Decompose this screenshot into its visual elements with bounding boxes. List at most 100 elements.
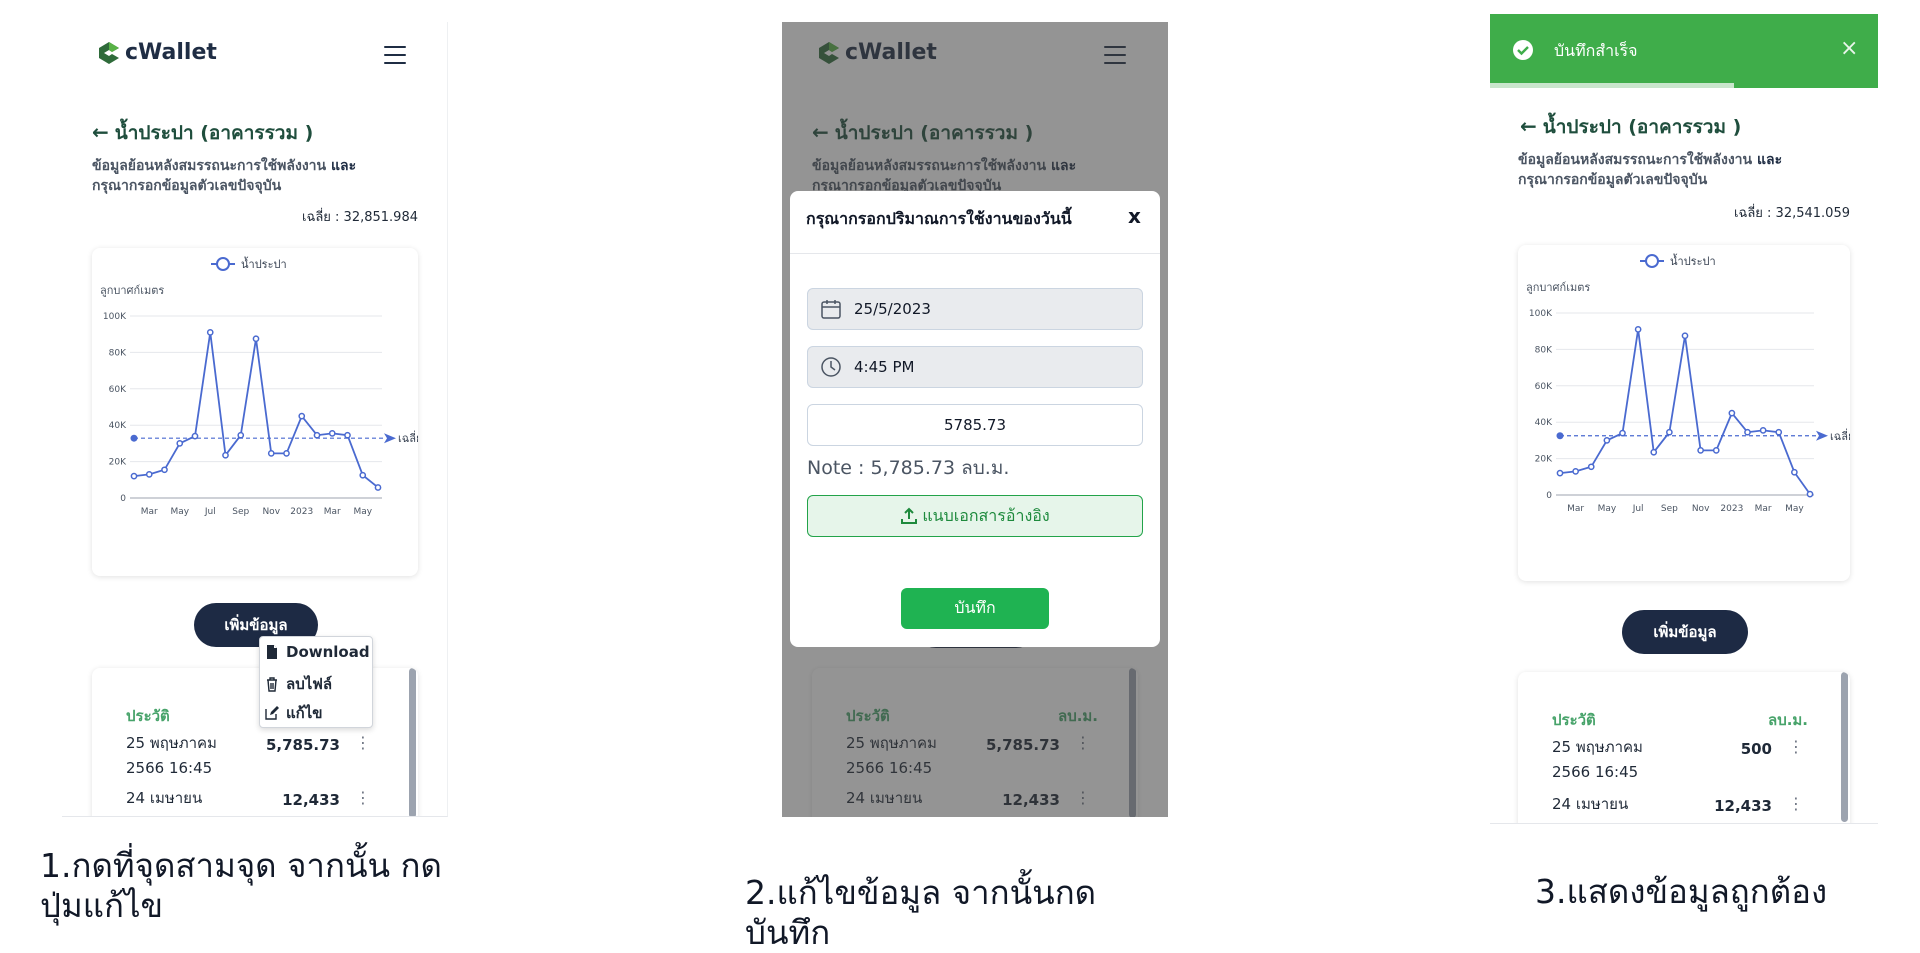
x-tick-label: Sep xyxy=(232,507,249,517)
history-row-date: 25 พฤษภาคม2566 16:45 xyxy=(1552,738,1643,781)
logo-icon xyxy=(99,41,119,64)
history-row-date: 24 เมษายน xyxy=(1552,795,1629,813)
chart-svg: น้ำประปาลูกบาศก์เมตร 0 20K 40K 60K 80K 100K Mar… xyxy=(100,256,418,517)
y-tick-label: 0 xyxy=(120,494,126,504)
step-3-caption: 3.แสดงข้อมูลถูกต้อง xyxy=(1535,872,1828,911)
data-point xyxy=(344,431,351,439)
y-tick-label: 100K xyxy=(1529,309,1553,319)
series-line xyxy=(133,332,379,489)
file-icon xyxy=(267,645,277,659)
y-tick-label: 60K xyxy=(109,385,127,395)
history-row-date: 25 พฤษภาคม2566 16:45 xyxy=(126,734,217,777)
data-point xyxy=(298,412,306,420)
edit-usage-modal: กรุณากรอกปริมาณการใช้งานของวันนี้ x 25/5… xyxy=(790,191,1160,647)
menu-item-edit[interactable]: แก้ไข xyxy=(264,701,323,725)
data-point xyxy=(222,451,229,459)
history-row-value: 500 xyxy=(1740,740,1772,758)
data-point xyxy=(1666,428,1673,436)
logo-text: cWallet xyxy=(125,40,217,65)
x-tick-label: Mar xyxy=(141,507,158,517)
usage-chart: น้ำประปา ลูกบาศก์เมตร 0 20K 40K 60K 80K 100K Mar… xyxy=(1518,245,1850,581)
y-tick-label: 60K xyxy=(1535,382,1553,392)
history-header-label: ประวัติ xyxy=(1552,711,1596,729)
close-icon[interactable]: × xyxy=(1840,36,1858,61)
step-1-caption: 1.กดที่จุดสามจุด จากนั้น กด ปุ่มแก้ไข xyxy=(40,846,442,925)
data-point xyxy=(237,431,245,439)
legend-label: น้ำประปา xyxy=(1670,253,1716,268)
data-point xyxy=(1572,467,1579,475)
arrow-left-icon[interactable]: ← xyxy=(1520,114,1537,138)
x-tick-label: May xyxy=(1785,504,1804,514)
amount-input[interactable]: 5785.73 xyxy=(807,404,1143,446)
screenshot-step-1: cWallet ← น้ำประปา (อาคารรวม ) ข้อมูลย้อน… xyxy=(62,22,448,817)
history-row-date: 24 เมษายน xyxy=(126,789,203,807)
y-tick-label: 80K xyxy=(1535,345,1553,355)
data-point xyxy=(1681,332,1689,340)
x-tick-label: May xyxy=(170,507,189,517)
x-tick-label: May xyxy=(353,507,372,517)
scrollbar[interactable] xyxy=(409,668,416,816)
more-vertical-icon[interactable]: ⋮ xyxy=(355,790,371,806)
row-context-menu: Download ลบไฟล์ แก้ไข xyxy=(259,636,373,728)
page-title: ←น้ำประปา (อาคารรวม ) xyxy=(1520,114,1742,138)
y-axis-label: ลูกบาศก์เมตร xyxy=(1526,281,1590,294)
more-vertical-icon[interactable]: ⋮ xyxy=(355,735,371,751)
average-arrow xyxy=(384,433,396,444)
legend-marker xyxy=(1645,254,1659,268)
add-data-button[interactable]: เพิ่มข้อมูล xyxy=(1622,610,1748,654)
scrollbar[interactable] xyxy=(1841,672,1848,822)
x-tick-label: Jul xyxy=(204,507,216,517)
average-label: เฉลี่ย xyxy=(398,430,418,445)
data-point xyxy=(1806,490,1814,498)
data-point xyxy=(176,440,184,447)
save-button[interactable]: บันทึก xyxy=(901,588,1049,629)
history-row-value: 12,433 xyxy=(1714,797,1772,815)
average-label: เฉลี่ย : 32,851.984 xyxy=(302,210,418,225)
calendar-icon xyxy=(821,300,841,319)
modal-divider xyxy=(790,253,1160,254)
time-field[interactable]: 4:45 PM xyxy=(807,346,1143,388)
legend-label: น้ำประปา xyxy=(241,256,287,271)
data-point xyxy=(1603,437,1611,444)
data-point xyxy=(1775,428,1783,436)
history-header-unit: ลบ.ม. xyxy=(1768,711,1808,729)
x-tick-label: 2023 xyxy=(1720,504,1743,514)
x-tick-label: Mar xyxy=(324,507,341,517)
x-tick-label: 2023 xyxy=(290,507,313,517)
y-tick-label: 80K xyxy=(109,348,127,358)
data-point xyxy=(145,470,153,478)
more-vertical-icon[interactable]: ⋮ xyxy=(1788,739,1804,755)
clock-icon xyxy=(821,357,841,377)
page-subtitle: ข้อมูลย้อนหลังสมรรถนะการใช้พลังงาน และกร… xyxy=(92,158,357,194)
close-icon[interactable]: x xyxy=(1128,204,1141,228)
step-2-caption: 2.แก้ไขข้อมูล จากนั้นกด บันทึก xyxy=(745,873,1097,952)
date-field[interactable]: 25/5/2023 xyxy=(807,288,1143,330)
history-row-value: 12,433 xyxy=(282,791,340,809)
screenshot-step-3: ← น้ำประปา (อาคารรวม ) ข้อมูลย้อนหลังสมรร… xyxy=(1490,14,1878,824)
x-tick-label: Jul xyxy=(1632,504,1644,514)
average-arrow xyxy=(1816,430,1828,441)
history-row-value: 5,785.73 xyxy=(265,736,340,754)
data-point xyxy=(267,450,275,457)
page-title: ←น้ำประปา (อาคารรวม ) xyxy=(92,120,314,144)
app-logo[interactable]: cWallet xyxy=(98,40,217,65)
check-circle-icon xyxy=(1513,40,1533,60)
more-vertical-icon[interactable]: ⋮ xyxy=(1788,796,1804,812)
y-tick-label: 40K xyxy=(1535,418,1553,428)
average-marker xyxy=(1556,432,1564,440)
data-point xyxy=(161,466,168,474)
menu-item-delete-file[interactable]: ลบไฟล์ xyxy=(264,672,332,696)
chart-svg: น้ำประปาลูกบาศก์เมตร 0 20K 40K 60K 80K 100K Mar… xyxy=(1526,253,1850,514)
hamburger-icon[interactable] xyxy=(384,46,406,64)
arrow-left-icon[interactable]: ← xyxy=(92,120,109,144)
data-point xyxy=(252,335,260,343)
menu-item-download[interactable]: Download xyxy=(264,643,370,661)
data-point xyxy=(359,471,367,479)
y-tick-label: 20K xyxy=(109,458,127,468)
x-tick-label: May xyxy=(1598,504,1617,514)
data-point xyxy=(313,431,321,439)
data-point xyxy=(1650,448,1658,456)
series-line xyxy=(1559,329,1811,495)
attach-document-button[interactable]: แนบเอกสารอ้างอิง xyxy=(807,495,1143,537)
data-point xyxy=(206,329,214,336)
